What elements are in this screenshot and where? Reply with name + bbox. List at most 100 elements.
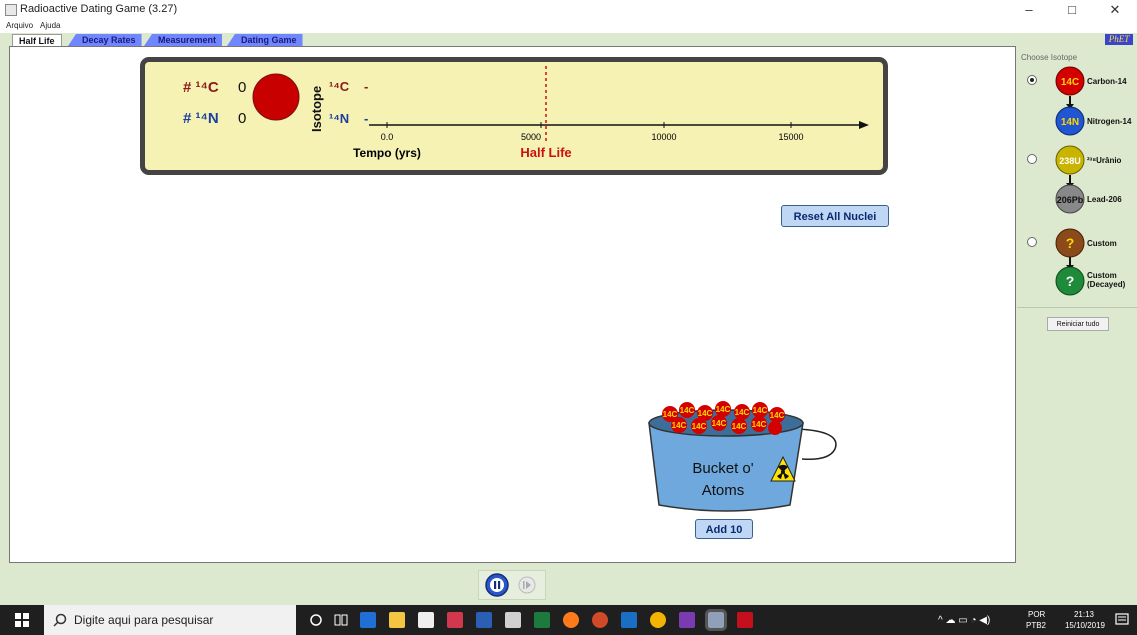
n14-row-dash: - — [364, 111, 368, 126]
uranium-238-label: ²³⁸Urânio — [1087, 156, 1122, 165]
choose-isotope-title: Choose Isotope — [1021, 53, 1078, 62]
maximize-button[interactable]: □ — [1054, 0, 1090, 20]
svg-text:14C: 14C — [692, 422, 707, 431]
isotope-axis-label: Isotope — [309, 86, 324, 132]
x-tick-label-0: 0.0 — [381, 132, 394, 142]
radio-carbon-14[interactable] — [1027, 75, 1037, 85]
c14-row-label: ¹⁴C — [329, 79, 350, 94]
outlook-icon[interactable] — [621, 612, 637, 628]
java-app-icon[interactable] — [705, 609, 727, 631]
search-icon — [53, 613, 67, 627]
time-axis-arrow — [859, 121, 869, 129]
n14-count-value: 0 — [238, 110, 246, 127]
custom-decayed-nucleus-icon: ? — [1055, 266, 1085, 296]
powerpoint-icon[interactable] — [592, 612, 608, 628]
carbon-14-nucleus-icon: 14C — [1055, 66, 1085, 96]
notifications-icon[interactable] — [1115, 613, 1129, 627]
excel-icon[interactable] — [534, 612, 550, 628]
lead-206-label: Lead-206 — [1087, 195, 1122, 204]
graph-svg: # ¹⁴C 0 # ¹⁴N 0 Isotope ¹⁴C - ¹⁴N - 0.0 … — [183, 66, 869, 160]
taskbar-search-box[interactable]: Digite aqui para pesquisar — [44, 605, 296, 635]
task-view-icon[interactable] — [334, 613, 348, 627]
menu-ajuda[interactable]: Ajuda — [40, 21, 60, 30]
bucket-handle — [796, 428, 837, 461]
chrome-icon[interactable] — [650, 612, 666, 628]
tab-measurement[interactable]: Measurement — [144, 34, 223, 46]
svg-text:14C: 14C — [698, 409, 713, 418]
nitrogen-14-symbol: 14N — [1061, 117, 1079, 128]
phet-logo: PhET — [1105, 34, 1133, 45]
input-language[interactable]: POR — [1028, 610, 1045, 619]
onenote-icon[interactable] — [679, 612, 695, 628]
c14-count-value: 0 — [238, 79, 246, 96]
radio-uranium-238[interactable] — [1027, 154, 1037, 164]
nitrogen-14-nucleus-icon: 14N — [1055, 106, 1085, 136]
x-tick-label-2: 10000 — [651, 132, 676, 142]
svg-text:14C: 14C — [732, 422, 747, 431]
menu-bar: Arquivo Ajuda — [0, 20, 1137, 33]
add-10-button[interactable]: Add 10 — [695, 519, 753, 539]
custom-label: Custom — [1087, 239, 1117, 248]
svg-text:14C: 14C — [752, 420, 767, 429]
custom-nucleus-icon: ? — [1055, 228, 1085, 258]
bucket-of-atoms[interactable]: 14C 14C 14C 14C 14C 14C 14C14C 14C 14C 14C 14C … — [647, 401, 847, 521]
clock-time[interactable]: 21:13 — [1064, 610, 1104, 619]
firefox-icon[interactable] — [563, 612, 579, 628]
reset-all-nuclei-button[interactable]: Reset All Nuclei — [781, 205, 889, 227]
isotope-graph-panel: # ¹⁴C 0 # ¹⁴N 0 Isotope ¹⁴C - ¹⁴N - 0.0 … — [140, 57, 888, 175]
panel-divider — [1017, 307, 1137, 308]
lead-206-nucleus-icon: 206Pb — [1055, 184, 1085, 214]
c14-row-dash: - — [364, 79, 368, 94]
close-button[interactable]: ✕ — [1097, 0, 1133, 20]
minimize-button[interactable]: – — [1011, 0, 1047, 20]
menu-arquivo[interactable]: Arquivo — [6, 21, 33, 30]
acrobat-icon[interactable] — [737, 612, 753, 628]
bucket-label-line1: Bucket o' — [692, 460, 753, 477]
custom-symbol: ? — [1066, 235, 1075, 251]
custom-decayed-symbol: ? — [1066, 273, 1075, 289]
c14-count-label: # ¹⁴C — [183, 79, 219, 96]
tab-dating-game[interactable]: Dating Game — [227, 34, 303, 46]
tab-decay-rates[interactable]: Decay Rates — [68, 34, 142, 46]
clock-controls-svg — [485, 573, 536, 597]
svg-text:14C: 14C — [672, 421, 687, 430]
file-explorer-icon[interactable] — [389, 612, 405, 628]
step-button[interactable] — [518, 576, 536, 594]
tab-row: Half Life Decay Rates Measurement Dating… — [0, 33, 1137, 47]
window-title: Radioactive Dating Game (3.27) — [20, 3, 178, 15]
svg-text:14C: 14C — [753, 406, 768, 415]
windows-start-icon[interactable] — [15, 613, 29, 627]
x-tick-label-1: 5000 — [521, 132, 541, 142]
reset-all-button[interactable]: Reiniciar tudo — [1047, 317, 1109, 331]
edge-icon[interactable] — [360, 612, 376, 628]
n14-row-label: ¹⁴N — [329, 111, 349, 126]
svg-text:14C: 14C — [663, 410, 678, 419]
pause-button[interactable] — [485, 573, 509, 597]
x-tick-label-3: 15000 — [778, 132, 803, 142]
half-life-label: Half Life — [520, 145, 571, 160]
app-icon — [5, 4, 17, 16]
carbon-14-label: Carbon-14 — [1087, 77, 1127, 86]
carbon-14-symbol: 14C — [1061, 77, 1079, 88]
custom-decayed-label-2: (Decayed) — [1087, 280, 1126, 289]
n14-count-label: # ¹⁴N — [183, 110, 219, 127]
svg-text:14C: 14C — [735, 408, 750, 417]
store-icon[interactable] — [418, 612, 434, 628]
mcafee-icon[interactable] — [447, 612, 463, 628]
word-icon[interactable] — [476, 612, 492, 628]
svg-text:14C: 14C — [680, 406, 695, 415]
tray-icons[interactable]: ^ ☁ ▭ ◔ ◀) — [938, 616, 990, 626]
simulation-canvas: # ¹⁴C 0 # ¹⁴N 0 Isotope ¹⁴C - ¹⁴N - 0.0 … — [9, 46, 1016, 563]
keyboard-layout[interactable]: PTB2 — [1026, 621, 1046, 630]
windows-taskbar: Digite aqui para pesquisar ^ ☁ ▭ ◔ ◀) PO… — [0, 605, 1137, 635]
search-placeholder: Digite aqui para pesquisar — [74, 613, 214, 627]
bucket-label-line2: Atoms — [702, 482, 745, 499]
radio-custom[interactable] — [1027, 237, 1037, 247]
title-bar: Radioactive Dating Game (3.27) – □ ✕ — [0, 0, 1137, 20]
mail-icon[interactable] — [505, 612, 521, 628]
cortana-icon[interactable] — [309, 613, 323, 627]
clock-date[interactable]: 15/10/2019 — [1059, 621, 1111, 630]
uranium-238-nucleus-icon: 238U — [1055, 145, 1085, 175]
svg-text:14C: 14C — [712, 419, 727, 428]
nitrogen-14-label: Nitrogen-14 — [1087, 117, 1132, 126]
